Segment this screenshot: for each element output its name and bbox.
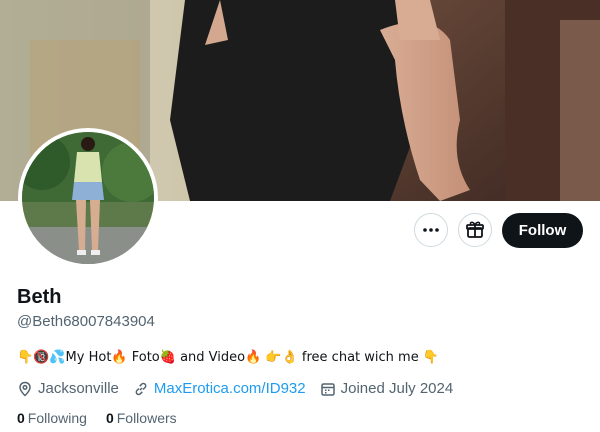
subscribe-gift-button[interactable] xyxy=(458,213,492,247)
more-dots-icon xyxy=(423,228,439,232)
joined-item: Joined July 2024 xyxy=(320,380,454,397)
link-icon xyxy=(135,382,147,395)
calendar-icon xyxy=(320,382,335,396)
followers-label: Followers xyxy=(116,410,177,426)
follow-stats: 0 Following 0 Followers xyxy=(17,410,196,426)
location-item: Jacksonville xyxy=(17,380,119,397)
followers-link[interactable]: 0 Followers xyxy=(106,410,177,426)
avatar-image xyxy=(22,132,154,264)
follow-button[interactable]: Follow xyxy=(502,213,583,248)
gift-icon xyxy=(466,221,484,238)
location-text: Jacksonville xyxy=(38,380,119,397)
following-count: 0 xyxy=(17,410,25,426)
location-pin-icon xyxy=(19,381,31,397)
more-options-button[interactable] xyxy=(414,213,448,247)
website-item[interactable]: MaxErotica.com/ID932 xyxy=(133,380,306,397)
user-handle: @Beth68007843904 xyxy=(17,313,155,330)
following-label: Following xyxy=(27,410,87,426)
display-name: Beth xyxy=(17,286,62,308)
profile-avatar[interactable] xyxy=(18,128,158,268)
followers-count: 0 xyxy=(105,410,114,426)
bio-text: 👇🔞💦My Hot🔥 Foto🍓 and Video🔥 👉👌 free chat… xyxy=(17,350,440,365)
following-link[interactable]: 0 Following xyxy=(17,410,87,426)
website-link[interactable]: MaxErotica.com/ID932 xyxy=(154,380,306,397)
joined-text: Joined July 2024 xyxy=(340,380,454,397)
profile-bio: 👇🔞💦My Hot🔥 Foto🍓 and Video🔥 👉👌 free chat… xyxy=(17,348,439,365)
profile-meta: Jacksonville MaxErotica.com/ID932 Joined… xyxy=(17,380,467,397)
